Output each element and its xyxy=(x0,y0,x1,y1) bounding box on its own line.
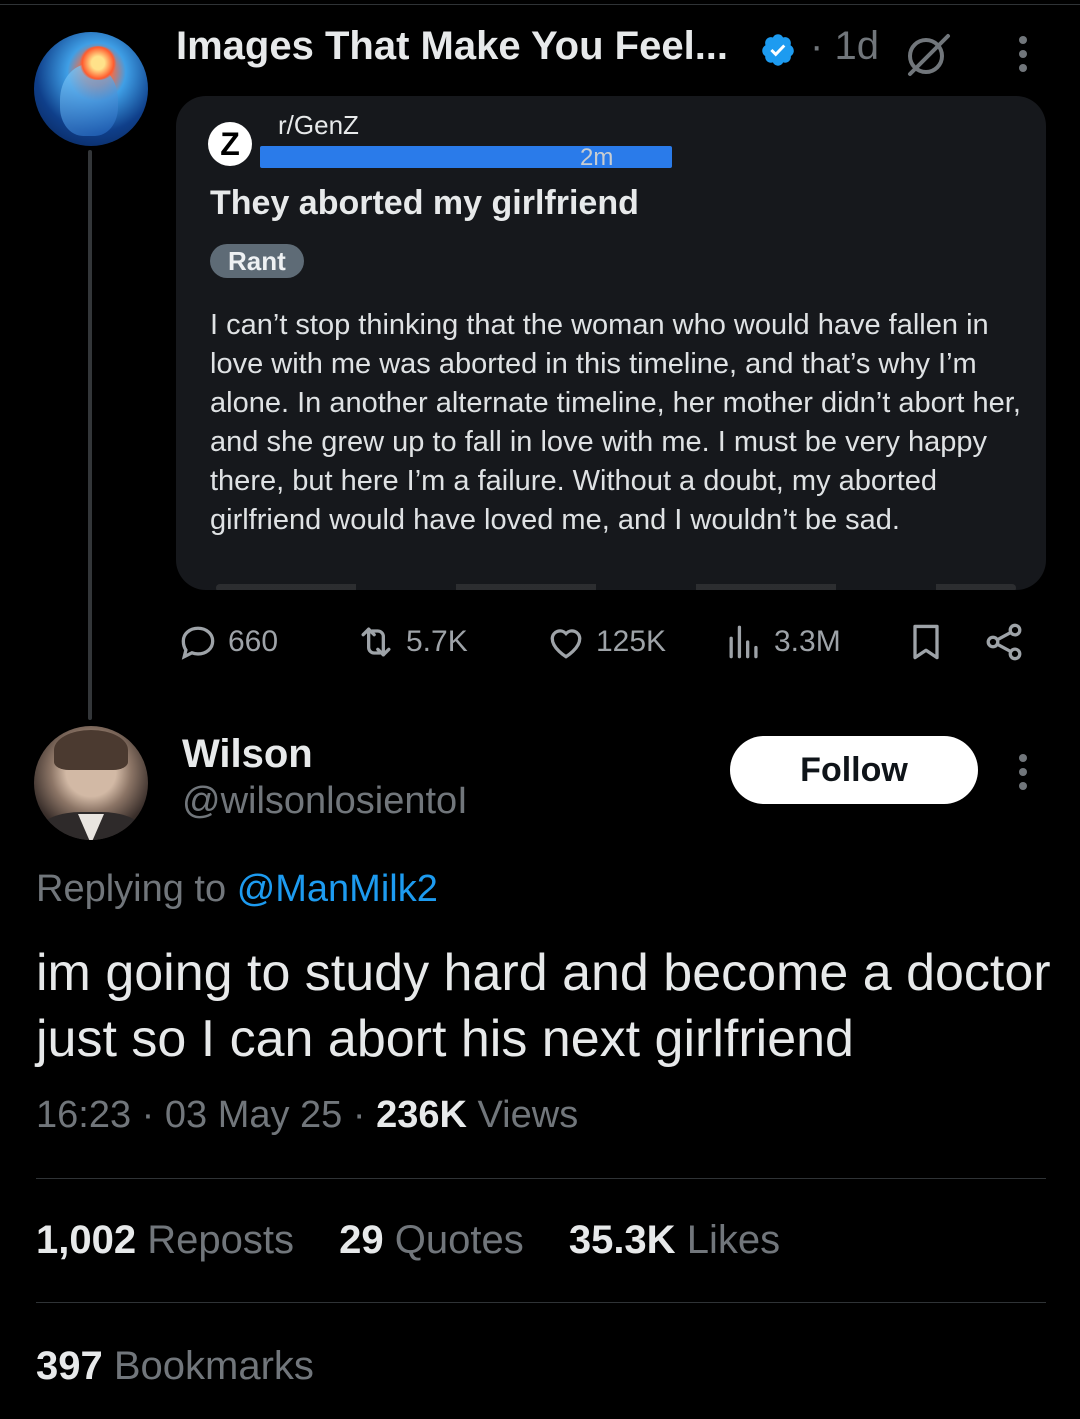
views-total-count: 236K xyxy=(376,1094,467,1136)
replying-to-line: Replying to @ManMilk2 xyxy=(36,868,438,911)
like-count: 125K xyxy=(596,625,667,658)
cropped-buttons-row xyxy=(216,584,1016,590)
reply-date[interactable]: 03 May 25 xyxy=(165,1094,342,1136)
separator-dot: · xyxy=(141,1094,155,1136)
separator-dot: · xyxy=(352,1094,366,1136)
parent-author-name[interactable]: Images That Make You Feel... xyxy=(176,24,728,69)
subreddit-logo: Z xyxy=(208,122,252,166)
reply-time[interactable]: 16:23 xyxy=(36,1094,131,1136)
thread-connector-line xyxy=(88,150,92,720)
replying-to-handle-link[interactable]: @ManMilk2 xyxy=(237,868,438,910)
verified-badge-icon xyxy=(762,34,794,66)
more-icon[interactable] xyxy=(1010,34,1036,74)
parent-post-time: · 1d xyxy=(810,24,879,68)
like-icon xyxy=(550,629,582,659)
like-action[interactable]: 125K xyxy=(544,614,666,670)
follow-button[interactable]: Follow xyxy=(730,736,978,804)
flair-badge: Rant xyxy=(210,244,304,278)
reddit-post-body: I can’t stop thinking that the woman who… xyxy=(210,309,1021,536)
views-action[interactable]: 3.3M xyxy=(722,614,841,670)
avatar-glow xyxy=(78,46,118,80)
bookmarks-stat[interactable]: 397 Bookmarks xyxy=(36,1344,314,1389)
reply-author-avatar[interactable] xyxy=(34,726,148,840)
views-icon xyxy=(729,625,758,659)
reposts-stat[interactable]: 1,002 Reposts xyxy=(36,1218,294,1262)
subreddit-name: r/GenZ xyxy=(278,110,359,140)
replying-to-label: Replying to xyxy=(36,868,227,910)
divider xyxy=(36,1302,1046,1303)
bookmark-icon[interactable] xyxy=(904,620,948,664)
reply-author-handle[interactable]: @wilsonlosientoI xyxy=(182,780,468,823)
share-icon[interactable] xyxy=(982,620,1026,664)
embedded-reddit-post[interactable]: Z r/GenZ 2m They aborted my girlfriend R… xyxy=(176,96,1046,590)
reddit-post-age: 2m xyxy=(580,144,614,171)
repost-icon xyxy=(361,627,391,657)
engagement-stats: 1,002 Reposts 29 Quotes 35.3K Likes xyxy=(36,1218,814,1263)
parent-author-avatar[interactable] xyxy=(34,32,148,146)
quotes-stat[interactable]: 29 Quotes xyxy=(339,1218,524,1262)
reddit-post-title: They aborted my girlfriend xyxy=(210,184,639,222)
reply-count: 660 xyxy=(228,625,279,658)
more-icon[interactable] xyxy=(1010,752,1036,792)
reply-text: im going to study hard and become a doct… xyxy=(36,944,1051,1068)
top-divider xyxy=(0,4,1080,5)
divider xyxy=(36,1178,1046,1179)
repost-count: 5.7K xyxy=(406,625,468,658)
repost-action[interactable]: 5.7K xyxy=(354,614,468,670)
views-total-label: Views xyxy=(477,1094,579,1136)
likes-stat[interactable]: 35.3K Likes xyxy=(569,1218,780,1262)
avatar-hair xyxy=(54,730,128,770)
reply-timestamp: 16:23 · 03 May 25 · 236K Views xyxy=(36,1094,578,1137)
reply-icon xyxy=(181,626,215,660)
views-count: 3.3M xyxy=(774,625,841,658)
reply-action[interactable]: 660 xyxy=(176,614,278,670)
reply-author-name[interactable]: Wilson xyxy=(182,732,313,777)
parent-action-bar: 660 5.7K 125K 3.3M xyxy=(176,614,1046,670)
grok-icon[interactable] xyxy=(902,30,954,78)
